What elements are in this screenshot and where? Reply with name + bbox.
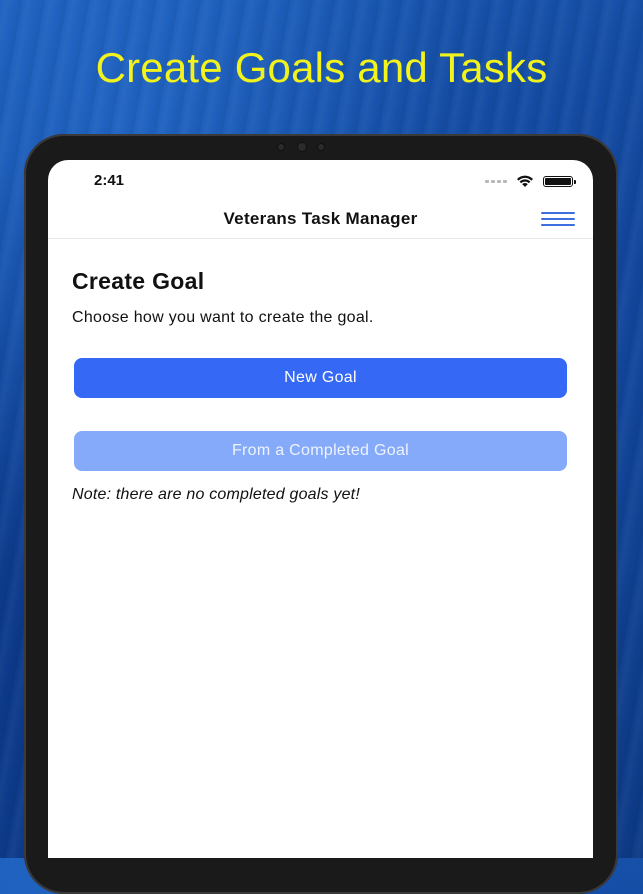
hamburger-menu-icon[interactable]	[541, 212, 575, 228]
sensor-dot	[318, 144, 324, 150]
status-time: 2:41	[94, 172, 125, 189]
cellular-signal-icon	[485, 179, 507, 183]
no-completed-goals-note: Note: there are no completed goals yet!	[72, 486, 360, 503]
wifi-icon	[517, 175, 533, 187]
navigation-bar: Veterans Task Manager	[48, 200, 593, 239]
page-title: Create Goal	[72, 268, 205, 294]
status-icons	[485, 174, 576, 188]
sensor-dot	[278, 144, 284, 150]
new-goal-button[interactable]: New Goal	[74, 358, 567, 398]
app-title: Veterans Task Manager	[223, 209, 418, 228]
marketing-headline: Create Goals and Tasks	[95, 44, 548, 91]
from-completed-goal-button[interactable]: From a Completed Goal	[74, 431, 567, 471]
main-content: Create Goal Choose how you want to creat…	[72, 260, 569, 503]
app-screen: 2:41 Veterans Task Manager Create Goal C…	[48, 160, 593, 858]
page-subtitle: Choose how you want to create the goal.	[72, 309, 374, 326]
battery-icon	[543, 175, 576, 187]
camera-icon	[298, 143, 306, 151]
status-bar: 2:41	[48, 160, 593, 200]
